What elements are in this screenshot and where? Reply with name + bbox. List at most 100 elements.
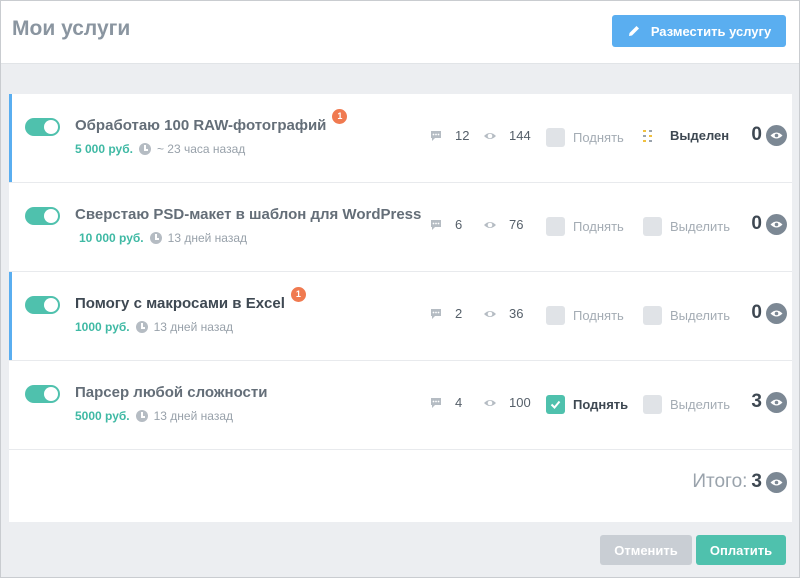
service-price: 1000 руб. [75, 320, 130, 334]
preview-eye-button[interactable] [766, 302, 787, 324]
views-stat: 100 [483, 395, 531, 410]
toggle-knob [44, 387, 58, 401]
count-value: 0 [751, 213, 762, 234]
comments-stat: 4 [429, 395, 462, 410]
highlight-checkbox[interactable]: Выделить [643, 217, 730, 236]
add-service-label: Разместить услугу [650, 23, 772, 39]
raise-checkbox[interactable]: Поднять [546, 217, 624, 236]
comments-stat: 12 [429, 128, 469, 143]
clock-icon [135, 321, 148, 333]
highlight-checkbox[interactable]: Выделен [643, 128, 729, 143]
comments-count: 12 [455, 128, 470, 143]
cancel-button[interactable]: Отменить [600, 535, 692, 565]
service-meta: 10 000 руб. 13 дней назад [79, 231, 247, 245]
checkbox-box [643, 217, 662, 236]
service-date: 13 дней назад [167, 231, 248, 245]
total-label: Итого: [692, 471, 748, 492]
notification-badge: 1 [332, 109, 348, 124]
comments-count: 2 [455, 306, 463, 321]
service-date: 13 дней назад [153, 409, 233, 423]
views-stat: 76 [483, 217, 523, 232]
views-count: 100 [509, 395, 531, 410]
comments-count: 4 [455, 395, 463, 410]
raise-checkbox[interactable]: Поднять [546, 128, 624, 147]
list-item: Помогу с макросами в Excel 1 1000 руб. 13… [9, 272, 792, 361]
service-title[interactable]: Сверстаю PSD-макет в шаблон для WordPres… [75, 206, 421, 223]
preview-eye-button[interactable] [766, 124, 787, 146]
comment-icon [431, 397, 441, 408]
service-count: 0 [751, 124, 787, 146]
preview-eye-button[interactable] [766, 391, 787, 413]
checkbox-box [643, 306, 662, 325]
raise-checkbox[interactable]: Поднять [546, 306, 624, 325]
eye-icon [770, 479, 783, 485]
pencil-icon [628, 26, 639, 36]
total-eye-button[interactable] [766, 471, 787, 493]
count-value: 3 [751, 391, 762, 412]
service-title[interactable]: Обработаю 100 RAW-фотографий 1 [75, 109, 348, 134]
raise-checkbox[interactable]: Поднять [546, 395, 628, 414]
service-price: 10 000 руб. [79, 231, 144, 245]
service-count: 3 [751, 391, 787, 413]
service-date: ~ 23 часа назад [156, 142, 246, 156]
raise-label: Поднять [573, 130, 624, 145]
service-name: Помогу с макросами в Excel [75, 295, 285, 312]
clock-icon [138, 143, 151, 155]
service-toggle[interactable] [25, 207, 60, 225]
eye-icon [484, 132, 496, 139]
views-count: 36 [509, 306, 524, 321]
service-name: Парсер любой сложности [75, 384, 268, 401]
eye-icon [484, 310, 496, 317]
clock-icon [135, 410, 148, 422]
eye-icon [770, 399, 783, 405]
preview-eye-button[interactable] [766, 213, 787, 235]
checkbox-box [546, 217, 565, 236]
total-summary: Итого: 3 [692, 471, 787, 493]
highlight-label: Выделить [670, 397, 730, 412]
checkbox-box-checked [546, 395, 565, 414]
highlight-label: Выделен [670, 128, 730, 143]
eye-icon [770, 310, 783, 316]
comments-count: 6 [455, 217, 463, 232]
list-item: Сверстаю PSD-макет в шаблон для WordPres… [9, 183, 792, 272]
highlight-checkbox[interactable]: Выделить [643, 306, 730, 325]
highlight-checkbox[interactable]: Выделить [643, 395, 730, 414]
comment-icon [431, 308, 441, 319]
toggle-knob [44, 298, 58, 312]
service-name: Сверстаю PSD-макет в шаблон для WordPres… [75, 206, 422, 223]
service-toggle[interactable] [25, 296, 60, 314]
raise-label: Поднять [573, 308, 624, 323]
raise-label: Поднять [573, 397, 629, 412]
toggle-knob [44, 120, 58, 134]
total-value: 3 [751, 471, 762, 492]
highlight-label: Выделить [670, 219, 730, 234]
service-meta: 5 000 руб. ~ 23 часа назад [75, 142, 245, 156]
comment-icon [431, 130, 441, 141]
comments-stat: 6 [429, 217, 462, 232]
eye-icon [484, 399, 496, 406]
clock-icon [149, 232, 162, 244]
window-frame: Мои услуги Разместить услугу Обработаю 1… [0, 0, 800, 578]
pay-button[interactable]: Оплатить [696, 535, 786, 565]
service-toggle[interactable] [25, 118, 60, 136]
list-item: Парсер любой сложности 5000 руб. 13 дней… [9, 361, 792, 450]
checkmark-icon [550, 400, 561, 409]
services-list: Обработаю 100 RAW-фотографий 1 5 000 руб.… [9, 94, 792, 522]
checkbox-box [643, 395, 662, 414]
eye-icon [770, 132, 783, 138]
service-title[interactable]: Помогу с макросами в Excel 1 [75, 287, 306, 312]
toggle-knob [44, 209, 58, 223]
page-header: Мои услуги Разместить услугу [1, 1, 799, 64]
views-stat: 36 [483, 306, 523, 321]
count-value: 0 [751, 124, 762, 145]
views-count: 144 [509, 128, 531, 143]
service-price: 5 000 руб. [75, 142, 133, 156]
list-item: Обработаю 100 RAW-фотографий 1 5 000 руб.… [9, 94, 792, 183]
service-price: 5000 руб. [75, 409, 130, 423]
add-service-button[interactable]: Разместить услугу [612, 15, 786, 47]
service-toggle[interactable] [25, 385, 60, 403]
checkbox-box [546, 306, 565, 325]
highlight-label: Выделить [670, 308, 730, 323]
views-count: 76 [509, 217, 524, 232]
service-title[interactable]: Парсер любой сложности [75, 384, 267, 401]
